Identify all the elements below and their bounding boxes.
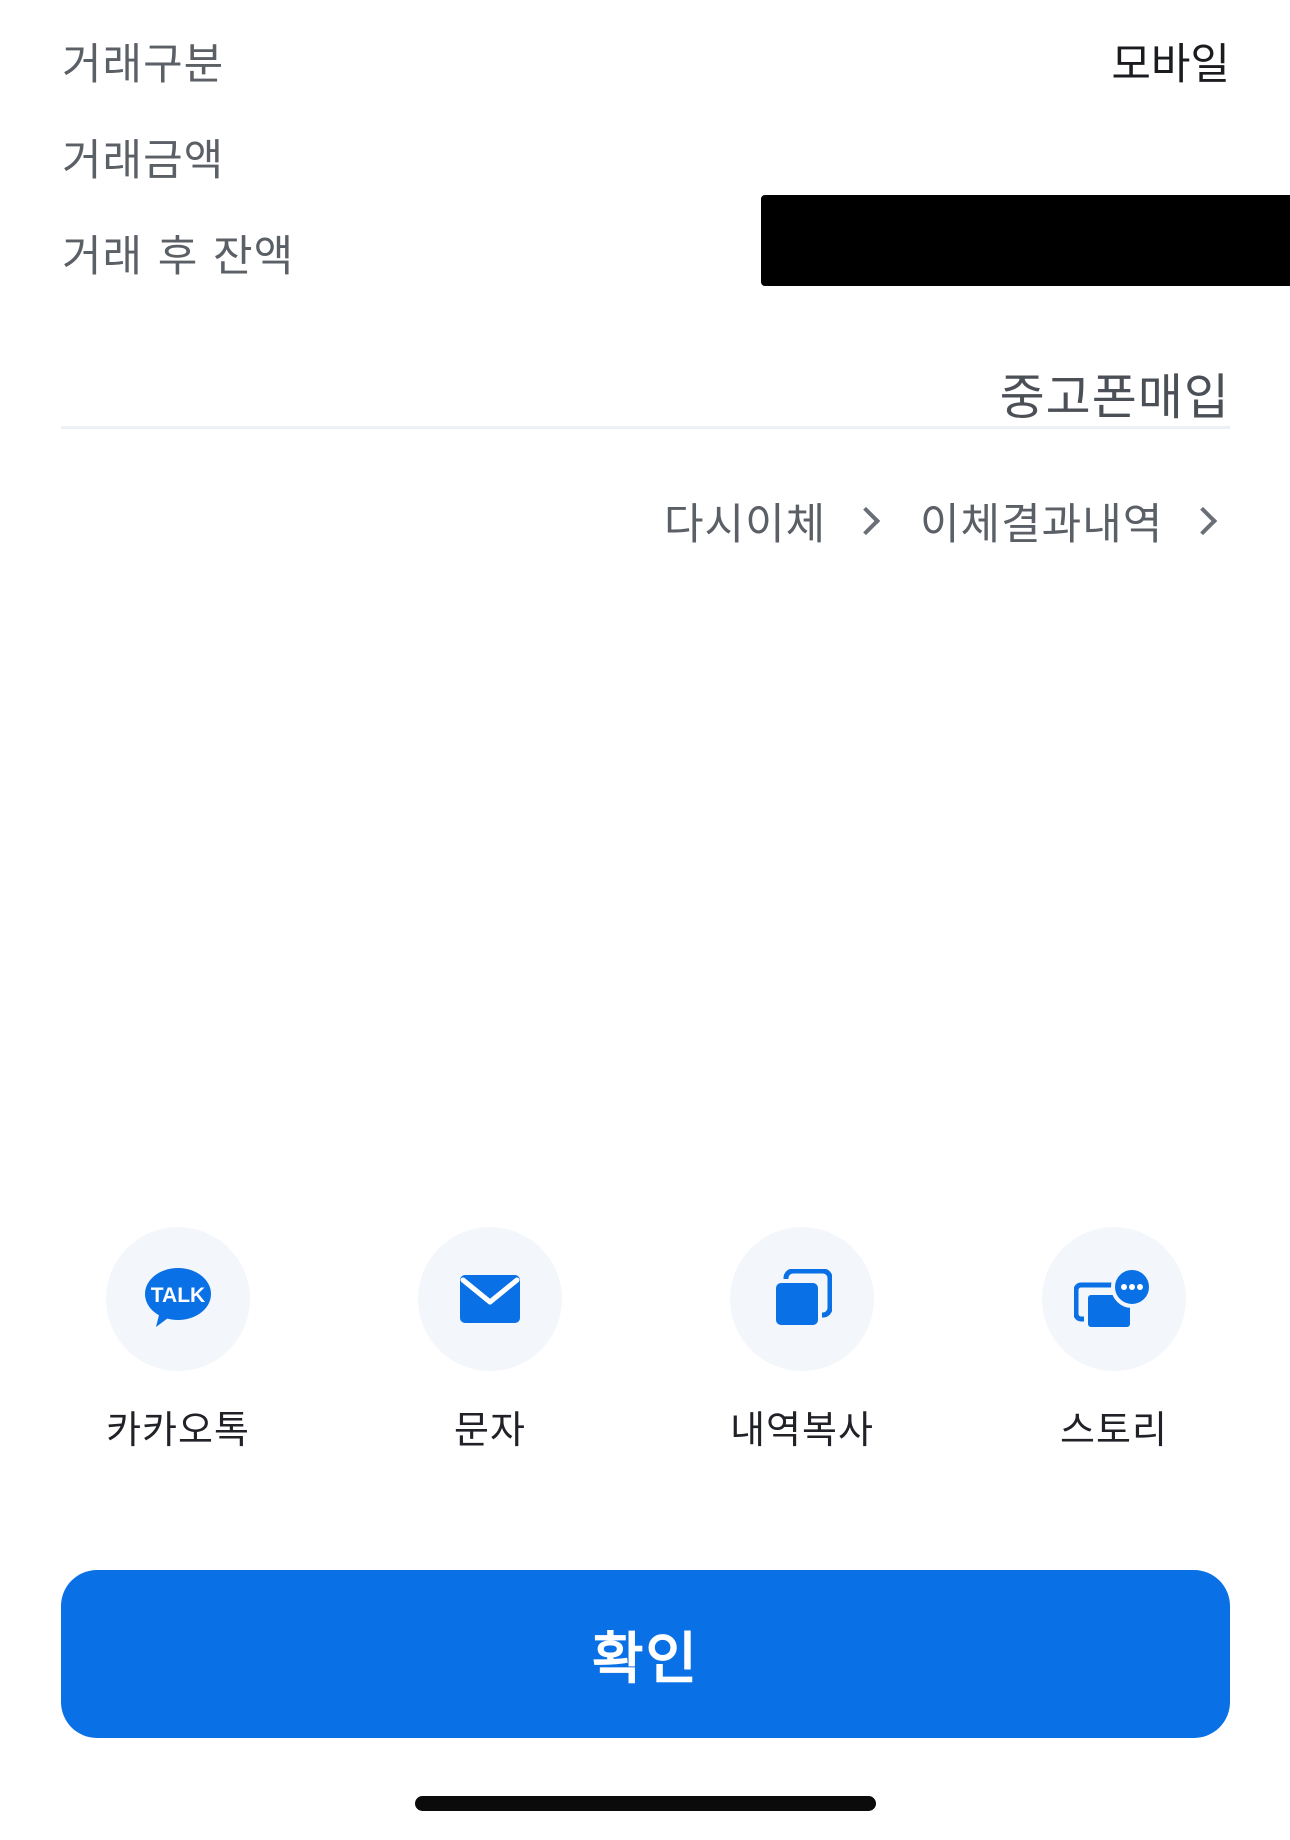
share-copy-button[interactable]: 내역복사 <box>702 1227 902 1454</box>
chevron-right-icon <box>1189 506 1218 536</box>
copy-icon <box>772 1269 832 1329</box>
retransfer-label: 다시이체 <box>664 500 827 550</box>
retransfer-link[interactable]: 다시이체 <box>664 490 881 552</box>
share-copy-label: 내역복사 <box>730 1408 874 1452</box>
share-story-circle <box>1042 1227 1186 1371</box>
transfer-history-link[interactable]: 이체결과내역 <box>920 490 1218 552</box>
story-icon <box>1074 1267 1153 1331</box>
balance-after-label: 거래 후 잔액 <box>62 232 295 282</box>
talk-badge: TALK <box>151 1284 205 1307</box>
transfer-memo: 중고폰매입 <box>999 369 1230 426</box>
home-indicator[interactable] <box>415 1796 876 1811</box>
kakaotalk-icon: TALK <box>145 1268 211 1327</box>
share-kakaotalk-button[interactable]: TALK 카카오톡 <box>78 1227 278 1454</box>
share-copy-circle <box>730 1227 874 1371</box>
confirm-button[interactable]: 확인 <box>61 1570 1230 1738</box>
share-story-label: 스토리 <box>1060 1408 1168 1452</box>
transfer-result-screen: 거래구분 모바일 거래금액 거래 후 잔액 중고폰매입 다시이체 이체결과내역 … <box>0 0 1290 1840</box>
share-sms-label: 문자 <box>454 1408 526 1452</box>
divider <box>61 426 1230 429</box>
mail-icon <box>460 1275 520 1323</box>
share-story-button[interactable]: 스토리 <box>1014 1227 1214 1454</box>
chevron-right-icon <box>852 506 881 536</box>
share-kakaotalk-label: 카카오톡 <box>106 1408 250 1452</box>
share-sms-button[interactable]: 문자 <box>390 1227 590 1454</box>
transaction-type-value: 모바일 <box>1111 40 1230 90</box>
redaction-block <box>761 195 1290 286</box>
share-sms-circle <box>418 1227 562 1371</box>
transaction-amount-label: 거래금액 <box>62 136 225 186</box>
share-kakaotalk-circle: TALK <box>106 1227 250 1371</box>
transfer-history-label: 이체결과내역 <box>920 500 1164 550</box>
transaction-type-label: 거래구분 <box>62 40 225 90</box>
